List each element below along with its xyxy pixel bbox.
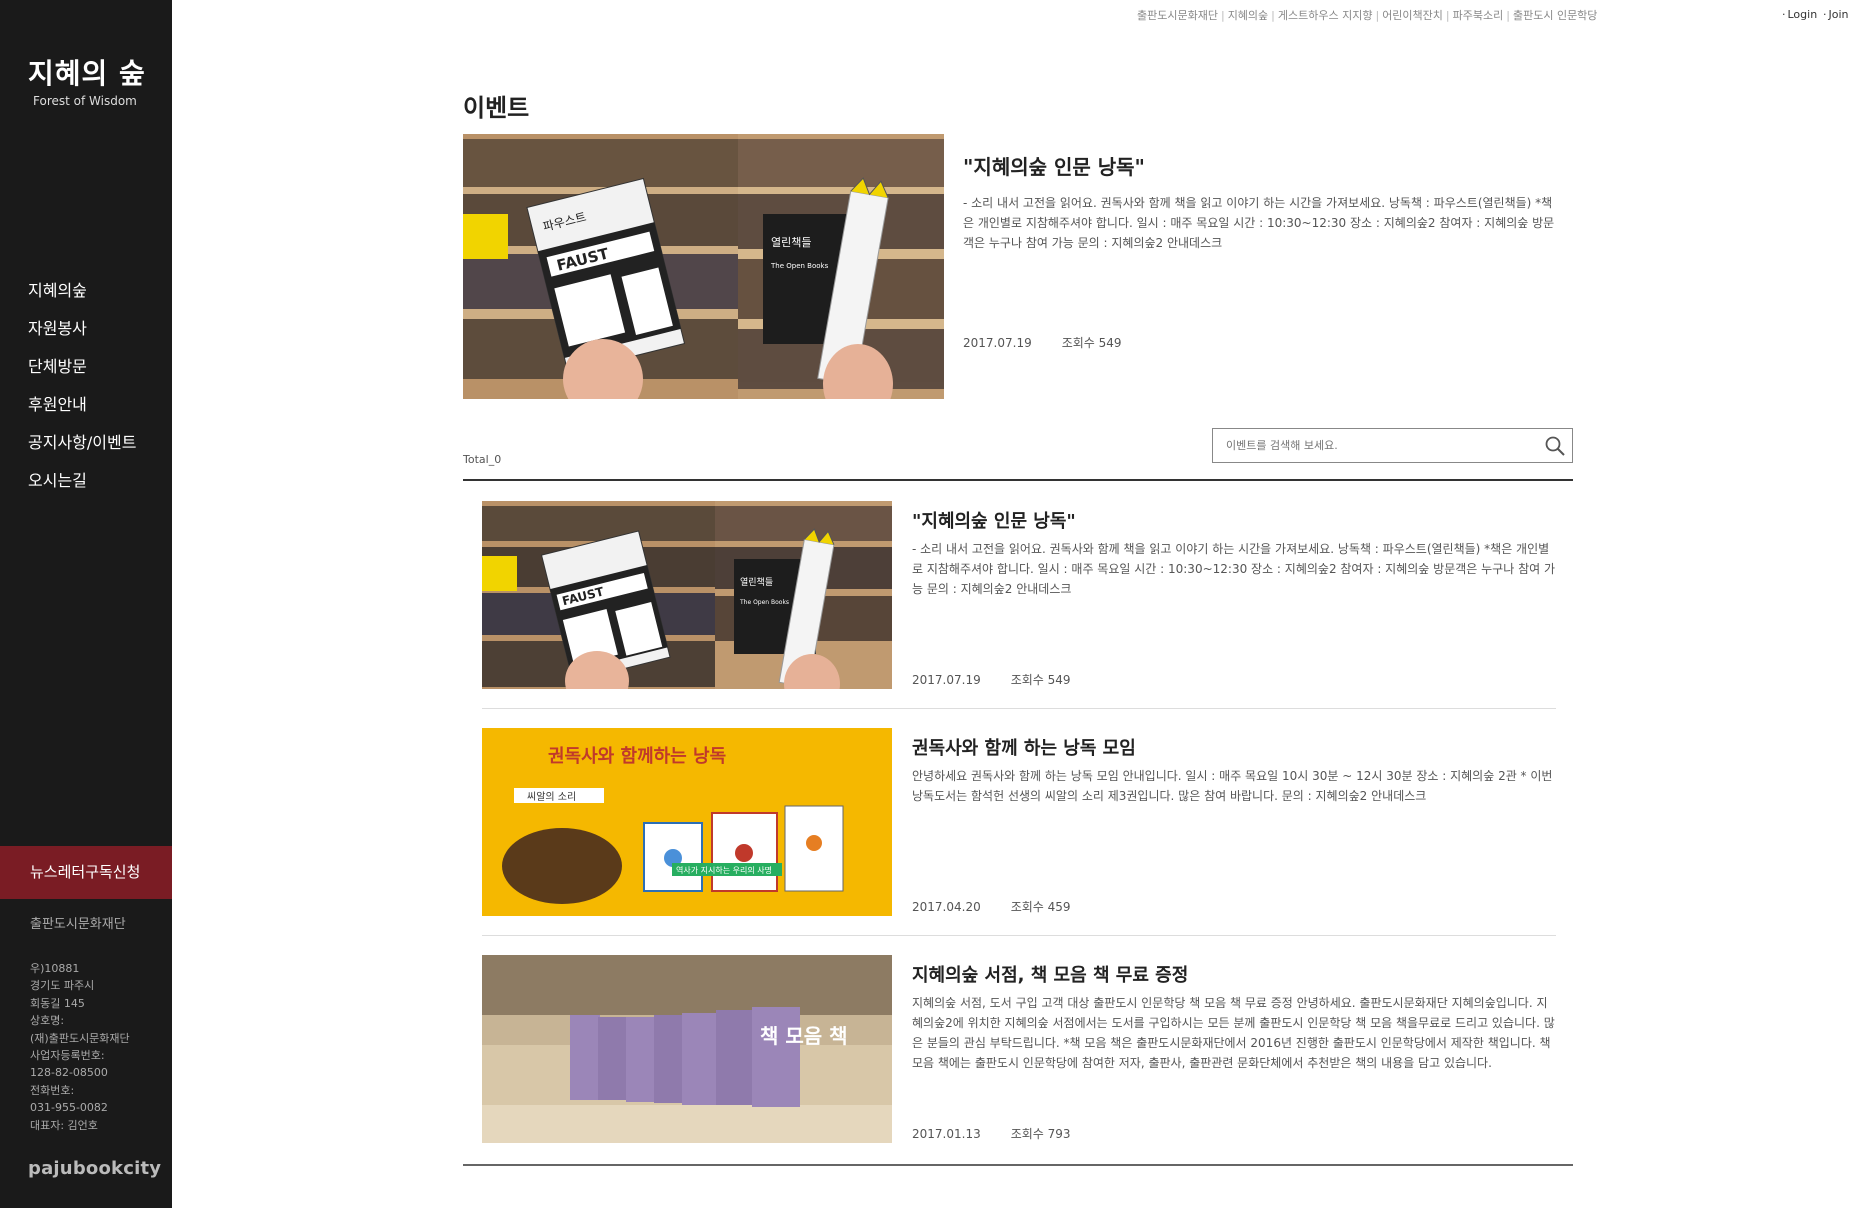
- top-link-humanities[interactable]: 출판도시 인문학당: [1513, 9, 1597, 22]
- item-divider: [482, 708, 1556, 709]
- event-meta: 2017.01.13 조회수 793: [912, 1125, 1071, 1142]
- event-list-item: FAUST 열린책들 The Open Books "지혜의숲 인문 낭독" -…: [482, 501, 1556, 691]
- divider: |: [1506, 9, 1510, 22]
- brand-logo[interactable]: pajubookcity: [28, 1158, 161, 1179]
- foundation-name: 출판도시문화재단: [30, 917, 126, 932]
- join-link[interactable]: Join: [1823, 8, 1849, 21]
- feature-date: 2017.07.19: [963, 336, 1032, 350]
- address-line: 사업자등록번호:: [30, 1049, 105, 1063]
- event-thumbnail[interactable]: FAUST 열린책들 The Open Books: [482, 501, 892, 689]
- event-views: 조회수 459: [1010, 900, 1071, 914]
- poster-banner: 역사가 지시하는 우리의 사명: [676, 865, 772, 875]
- feature-views: 조회수 549: [1061, 336, 1122, 350]
- cover-publisher: 열린책들: [740, 576, 773, 588]
- cover-publisher-en: The Open Books: [770, 262, 829, 270]
- logo-korean: 지혜의 숲: [28, 57, 146, 90]
- event-description: 지혜의숲 서점, 도서 구입 고객 대상 출판도시 인문학당 책 모음 책 무료…: [912, 996, 1555, 1070]
- top-link-foundation[interactable]: 출판도시문화재단: [1137, 9, 1218, 22]
- address-line: 우)10881: [30, 962, 80, 975]
- event-views: 조회수 549: [1010, 673, 1071, 687]
- address-line: 031-955-0082: [30, 1101, 108, 1115]
- poster-headline: 권독사와 함께하는 낭독: [548, 745, 726, 767]
- event-list-item: 권독사와 함께하는 낭독 씨알의 소리 역사가 지시하는 우리의 사명 권독사와…: [482, 728, 1556, 918]
- event-description: 안녕하세요 권독사와 함께 하는 낭독 모임 안내입니다. 일시 : 매주 목요…: [912, 769, 1553, 803]
- event-thumbnail[interactable]: 책 모음 책: [482, 955, 892, 1143]
- list-top-border: [463, 479, 1573, 481]
- event-meta: 2017.07.19 조회수 549: [912, 671, 1071, 688]
- cover-publisher: 열린책들: [771, 236, 811, 249]
- divider: |: [1271, 9, 1275, 22]
- feature-description: - 소리 내서 고전을 읽어요. 권독사와 함께 책을 읽고 이야기 하는 시간…: [963, 196, 1555, 250]
- feature-photo: 파우스트 FAUST 열린책들 The Open Books: [463, 134, 944, 399]
- nav-item-directions[interactable]: 오시는길: [28, 470, 136, 508]
- event-meta: 2017.04.20 조회수 459: [912, 898, 1071, 915]
- event-thumbnail[interactable]: 권독사와 함께하는 낭독 씨알의 소리 역사가 지시하는 우리의 사명: [482, 728, 892, 916]
- nav-item-volunteer[interactable]: 자원봉사: [28, 318, 136, 356]
- logo[interactable]: 지혜의 숲 Forest of Wisdom: [28, 52, 146, 108]
- nav-item-notice-event[interactable]: 공지사항/이벤트: [28, 432, 136, 470]
- event-search-input[interactable]: [1213, 429, 1533, 462]
- address-line: 회동길 145: [30, 996, 85, 1010]
- event-list-item: 책 모음 책 지혜의숲 서점, 책 모음 책 무료 증정 지혜의숲 서점, 도서…: [482, 955, 1556, 1145]
- top-links: 출판도시문화재단 | 지혜의숲 | 게스트하우스 지지향 | 어린이책잔치 | 파주북소리 | 출판…: [1137, 7, 1597, 23]
- item-divider: [482, 935, 1556, 936]
- login-link[interactable]: Login: [1782, 8, 1818, 21]
- nav-item-forest[interactable]: 지혜의숲: [28, 280, 136, 318]
- event-title[interactable]: "지혜의숲 인문 낭독": [912, 507, 1076, 533]
- event-description: - 소리 내서 고전을 읽어요. 권독사와 함께 책을 읽고 이야기 하는 시간…: [912, 542, 1555, 596]
- event-title[interactable]: 권독사와 함께 하는 낭독 모임: [912, 734, 1136, 760]
- address-line: (재)출판도시문화재단: [30, 1031, 130, 1045]
- address-line: 전화번호:: [30, 1083, 75, 1097]
- address-line: 대표자: 김언호: [30, 1118, 98, 1132]
- sidebar: 지혜의 숲 Forest of Wisdom 지혜의숲 자원봉사 단체방문 후원…: [0, 0, 172, 1208]
- event-date: 2017.07.19: [912, 673, 981, 687]
- divider: |: [1445, 9, 1450, 22]
- top-link-guesthouse[interactable]: 게스트하우스 지지향: [1278, 9, 1373, 22]
- event-date: 2017.04.20: [912, 900, 981, 914]
- top-link-kids-book-fest[interactable]: 어린이책잔치: [1382, 9, 1443, 22]
- search-icon[interactable]: [1544, 435, 1566, 457]
- feature-meta: 2017.07.19 조회수 549: [963, 334, 1122, 351]
- feature-title[interactable]: "지혜의숲 인문 낭독": [963, 151, 1145, 180]
- total-count: Total_0: [463, 453, 502, 466]
- event-date: 2017.01.13: [912, 1127, 981, 1141]
- address-line: 128-82-08500: [30, 1066, 108, 1080]
- nav-item-donation[interactable]: 후원안내: [28, 394, 136, 432]
- divider: |: [1220, 9, 1225, 22]
- divider: |: [1375, 9, 1380, 22]
- address-block: 우)10881 경기도 파주시 회동길 145 상호명: (재)출판도시문화재단…: [30, 960, 130, 1134]
- page-title: 이벤트: [463, 94, 530, 122]
- address-line: 경기도 파주시: [30, 979, 95, 993]
- search-box: [1212, 428, 1573, 463]
- main-nav: 지혜의숲 자원봉사 단체방문 후원안내 공지사항/이벤트 오시는길: [28, 280, 136, 508]
- feature-image[interactable]: 파우스트 FAUST 열린책들 The Open Books: [463, 134, 944, 399]
- address-line: 상호명:: [30, 1014, 65, 1028]
- top-link-bookfest[interactable]: 파주북소리: [1453, 9, 1504, 22]
- nav-item-group-visit[interactable]: 단체방문: [28, 356, 136, 394]
- top-link-forest[interactable]: 지혜의숲: [1228, 9, 1268, 22]
- poster-subtitle: 씨알의 소리: [527, 791, 576, 803]
- cover-publisher-en: The Open Books: [739, 599, 789, 606]
- event-title[interactable]: 지혜의숲 서점, 책 모음 책 무료 증정: [912, 961, 1188, 987]
- spine-label: 책 모음 책: [760, 1024, 848, 1048]
- event-views: 조회수 793: [1010, 1127, 1071, 1141]
- list-bottom-border: [463, 1164, 1573, 1166]
- logo-english: Forest of Wisdom: [33, 94, 137, 108]
- newsletter-subscribe-button[interactable]: 뉴스레터구독신청: [0, 846, 172, 899]
